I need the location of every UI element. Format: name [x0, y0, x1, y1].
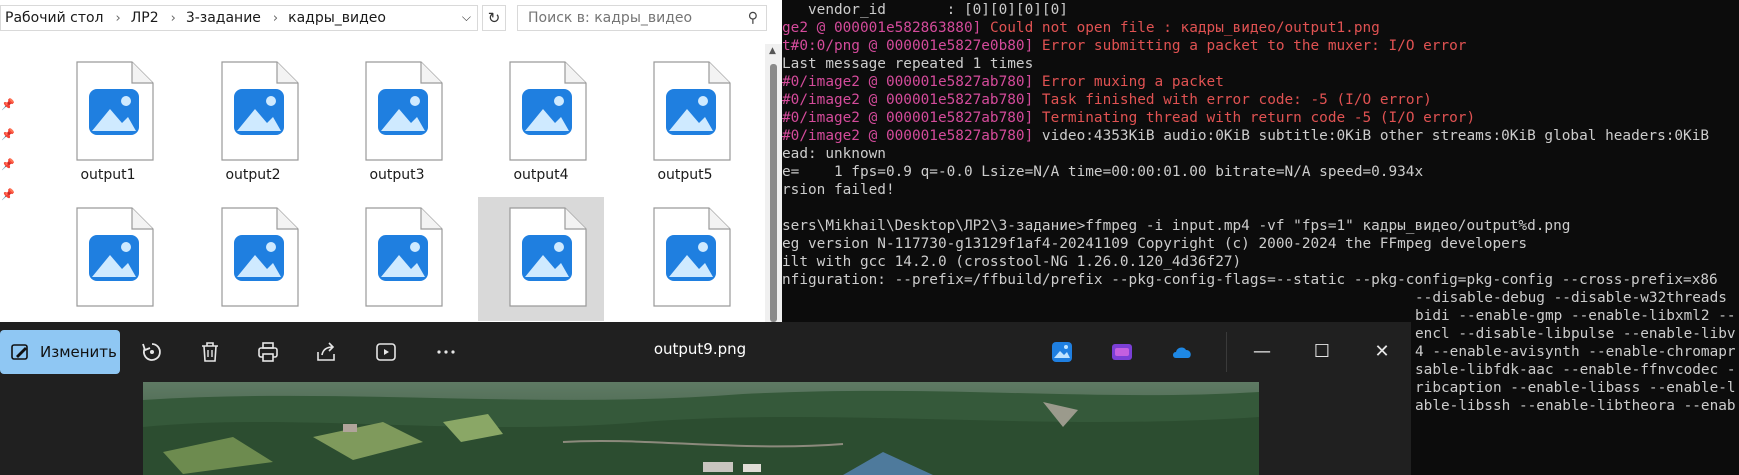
delete-icon[interactable]: [198, 340, 222, 364]
image-file-icon: [76, 61, 154, 161]
pin-icon[interactable]: 📌: [1, 188, 15, 201]
file-item[interactable]: [334, 197, 460, 321]
breadcrumb-item-frames[interactable]: кадры_видео: [284, 10, 392, 26]
file-name: output5: [657, 167, 713, 183]
terminal-line: #0/image2 @ 000001e5827ab780] Task finis…: [782, 92, 1432, 108]
terminal-line: e= 1 fps=0.9 q=-0.0 Lsize=N/A time=00:00…: [782, 164, 1424, 180]
breadcrumb-separator-icon[interactable]: ›: [165, 11, 182, 26]
image-file-icon: [365, 207, 443, 307]
print-icon[interactable]: [256, 340, 280, 364]
terminal-line: nfiguration: --prefix=/ffbuild/prefix --…: [782, 272, 1718, 288]
file-explorer-window: Рабочий стол › ЛР2 › 3-задание › кадры_в…: [0, 0, 782, 322]
file-item[interactable]: output3: [334, 51, 460, 183]
file-name: output4: [513, 167, 569, 183]
scroll-up-arrow-icon[interactable]: ▲: [769, 46, 776, 56]
share-icon[interactable]: [314, 340, 338, 364]
search-placeholder: Поиск в: кадры_видео: [528, 10, 693, 26]
image-file-icon: [653, 207, 731, 307]
terminal-line: encl --disable-libpulse --enable-libv: [1415, 326, 1736, 342]
image-file-icon: [76, 207, 154, 307]
file-item[interactable]: [190, 197, 316, 321]
image-file-icon: [365, 61, 443, 161]
pin-icon[interactable]: 📌: [1, 128, 15, 141]
terminal-line: eg version N-117730-g13129f1af4-20241109…: [782, 236, 1528, 252]
edit-button-label: Изменить: [40, 343, 117, 361]
breadcrumb-item-lr2[interactable]: ЛР2: [127, 10, 165, 26]
image-file-icon: [509, 207, 587, 307]
rotate-icon[interactable]: [140, 340, 164, 364]
terminal-line: Last message repeated 1 times: [782, 56, 1034, 72]
chevron-down-icon[interactable]: ⌵: [462, 10, 471, 25]
terminal-line: ead: unknown: [782, 146, 886, 162]
image-file-icon: [221, 207, 299, 307]
terminal-line: ilt with gcc 14.2.0 (crosstool-NG 1.26.0…: [782, 254, 1242, 270]
scrollbar-thumb[interactable]: [770, 64, 777, 322]
file-item[interactable]: output4: [478, 51, 604, 183]
terminal-line: #0/image2 @ 000001e5827ab780] video:4353…: [782, 128, 1710, 144]
pin-icon[interactable]: 📌: [1, 98, 15, 111]
terminal-line: sers\Mikhail\Desktop\ЛР2\3-задание>ffmpe…: [782, 218, 1571, 234]
search-icon[interactable]: ⚲: [748, 6, 758, 30]
breadcrumb-item-desktop[interactable]: Рабочий стол: [1, 10, 110, 26]
photo-canvas[interactable]: [143, 382, 1259, 475]
close-icon[interactable]: ✕: [1370, 340, 1394, 364]
breadcrumb-separator-icon[interactable]: ›: [267, 11, 284, 26]
file-item[interactable]: [45, 197, 171, 321]
terminal-line: able-libssh --enable-libtheora --enab: [1415, 398, 1736, 414]
aerial-photo: [143, 382, 1259, 475]
terminal-line: --disable-debug --disable-w32threads: [1415, 290, 1727, 306]
terminal-line: rsion failed!: [782, 182, 895, 198]
pin-icon[interactable]: 📌: [1, 158, 15, 171]
more-icon[interactable]: [434, 340, 458, 364]
onedrive-icon[interactable]: [1170, 340, 1194, 364]
slideshow-icon[interactable]: [374, 340, 398, 364]
image-file-icon: [653, 61, 731, 161]
refresh-icon: ↻: [487, 9, 501, 27]
file-item[interactable]: output1: [45, 51, 171, 183]
file-item[interactable]: [622, 197, 748, 321]
file-name: output1: [80, 167, 136, 183]
terminal-line: ribcaption --enable-libass --enable-l: [1415, 380, 1736, 396]
toolbar-divider: [1226, 332, 1227, 372]
file-name: output2: [225, 167, 281, 183]
file-item[interactable]: output5: [622, 51, 748, 183]
file-item[interactable]: [478, 197, 604, 321]
terminal-line: ge2 @ 000001e582863880] Could not open f…: [782, 20, 1380, 36]
edit-button[interactable]: Изменить: [0, 330, 120, 374]
search-input[interactable]: Поиск в: кадры_видео ⚲: [517, 5, 767, 31]
minimize-icon[interactable]: —: [1250, 340, 1274, 364]
image-file-icon: [221, 61, 299, 161]
file-item[interactable]: output2: [190, 51, 316, 183]
breadcrumb-item-task3[interactable]: 3-задание: [182, 10, 267, 26]
edit-image-icon: [11, 344, 28, 360]
terminal-line: t#0:0/png @ 000001e5827e0b80] Error subm…: [782, 38, 1467, 54]
refresh-button[interactable]: ↻: [482, 5, 506, 31]
maximize-icon[interactable]: ☐: [1310, 340, 1334, 364]
terminal-line: bidi --enable-gmp --enable-libxml2 --: [1415, 308, 1736, 324]
terminal-line: #0/image2 @ 000001e5827ab780] Error muxi…: [782, 74, 1224, 90]
image-file-icon: [509, 61, 587, 161]
vertical-scrollbar[interactable]: ▲: [765, 44, 782, 322]
photos-app-icon[interactable]: [1050, 340, 1074, 364]
breadcrumb-separator-icon[interactable]: ›: [110, 11, 127, 26]
address-bar[interactable]: Рабочий стол › ЛР2 › 3-задание › кадры_в…: [0, 5, 478, 31]
file-name: output3: [369, 167, 425, 183]
terminal-line: sable-libfdk-aac --enable-ffnvcodec -: [1415, 362, 1736, 378]
terminal-line: 4 --enable-avisynth --enable-chromapr: [1415, 344, 1736, 360]
terminal-line: #0/image2 @ 000001e5827ab780] Terminatin…: [782, 110, 1476, 126]
file-title: output9.png: [653, 340, 747, 358]
clipchamp-icon[interactable]: [1110, 340, 1134, 364]
terminal-line: vendor_id : [0][0][0][0]: [782, 2, 1068, 18]
photos-viewer-window: Изменить output9.png — ☐ ✕: [0, 322, 1411, 475]
